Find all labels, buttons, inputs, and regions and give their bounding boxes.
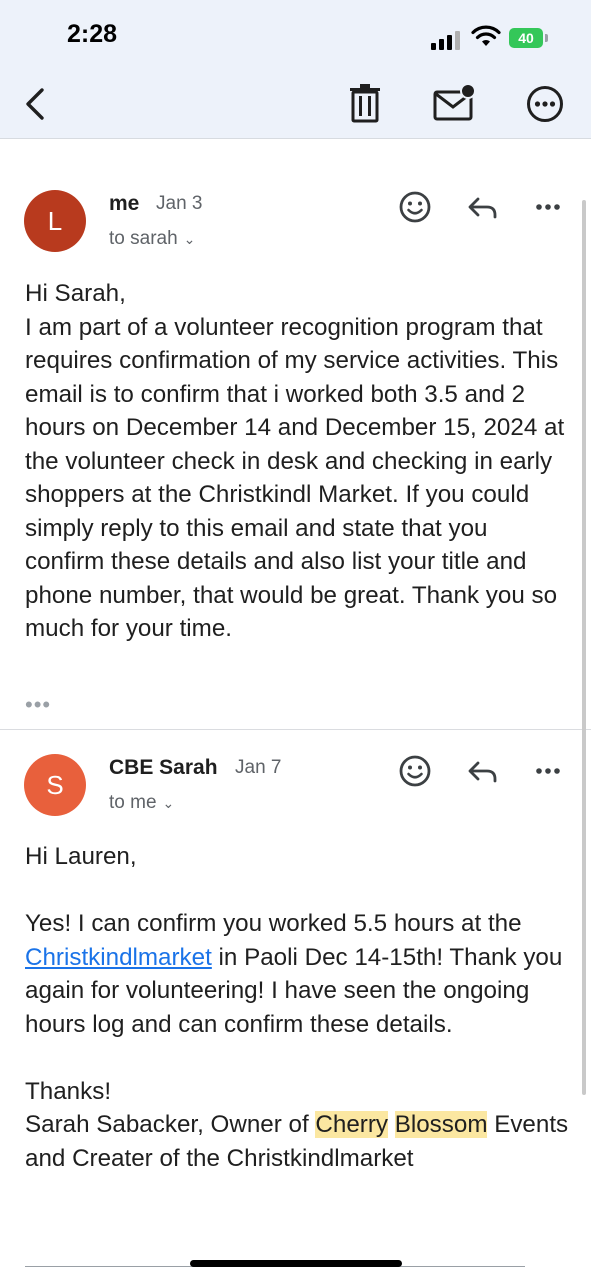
message-more-icon[interactable] — [532, 190, 566, 224]
sender-name: CBE Sarah — [109, 756, 218, 779]
body-greeting: Hi Sarah, — [25, 280, 126, 307]
emoji-reaction-icon[interactable] — [398, 190, 432, 224]
message-divider — [0, 729, 591, 730]
body-spacer — [25, 874, 573, 908]
message-body: Hi Sarah, I am part of a volunteer recog… — [25, 277, 573, 646]
scrollbar[interactable] — [582, 200, 586, 1095]
chevron-down-icon: ⌄ — [162, 795, 175, 811]
highlighted-term: Blossom — [394, 1111, 488, 1138]
message-more-icon[interactable] — [532, 754, 566, 788]
body-greeting: Hi Lauren, — [25, 843, 137, 870]
top-bar: 2:28 40 — [0, 0, 591, 139]
wifi-icon — [471, 25, 501, 46]
recipient-details[interactable]: to sarah ⌄ — [109, 228, 195, 250]
battery-tip — [545, 34, 548, 42]
battery-level: 40 — [509, 28, 543, 48]
message-date: Jan 3 — [156, 193, 203, 214]
body-spacer — [25, 1041, 573, 1075]
mail-unread-icon[interactable] — [433, 84, 475, 122]
more-circle-icon[interactable] — [526, 85, 564, 123]
sender-name: me — [109, 192, 140, 215]
highlighted-term: Cherry — [315, 1111, 388, 1138]
signature-text: Sarah Sabacker, Owner of — [25, 1111, 316, 1138]
avatar[interactable]: S — [24, 754, 86, 816]
recipient-label: to me — [109, 792, 157, 813]
body-paragraph: I am part of a volunteer recognition pro… — [25, 313, 565, 643]
body-paragraph: Yes! I can confirm you worked 5.5 hours … — [25, 907, 573, 1041]
recipient-details[interactable]: to me ⌄ — [109, 792, 174, 814]
body-thanks: Thanks! — [25, 1077, 112, 1105]
message-body: Hi Lauren, Yes! I can confirm you worked… — [25, 840, 573, 1175]
emoji-reaction-icon[interactable] — [398, 754, 432, 788]
recipient-label: to sarah — [109, 228, 178, 249]
chevron-down-icon: ⌄ — [183, 231, 196, 247]
reply-icon[interactable] — [465, 754, 499, 788]
trash-icon[interactable] — [348, 83, 382, 123]
body-text: Yes! I can confirm you worked 5.5 hours … — [25, 910, 522, 937]
avatar[interactable]: L — [24, 190, 86, 252]
status-time: 2:28 — [67, 20, 118, 48]
christkindlmarket-link[interactable]: Christkindlmarket — [25, 944, 212, 971]
signature: Sarah Sabacker, Owner of Cherry Blossom … — [25, 1108, 573, 1175]
back-chevron-icon[interactable] — [20, 84, 52, 124]
home-indicator[interactable] — [190, 1260, 402, 1267]
reply-icon[interactable] — [465, 190, 499, 224]
cellular-signal-icon — [431, 30, 463, 50]
show-trimmed-content-button[interactable]: ••• — [25, 692, 51, 718]
message-date: Jan 7 — [235, 757, 282, 778]
